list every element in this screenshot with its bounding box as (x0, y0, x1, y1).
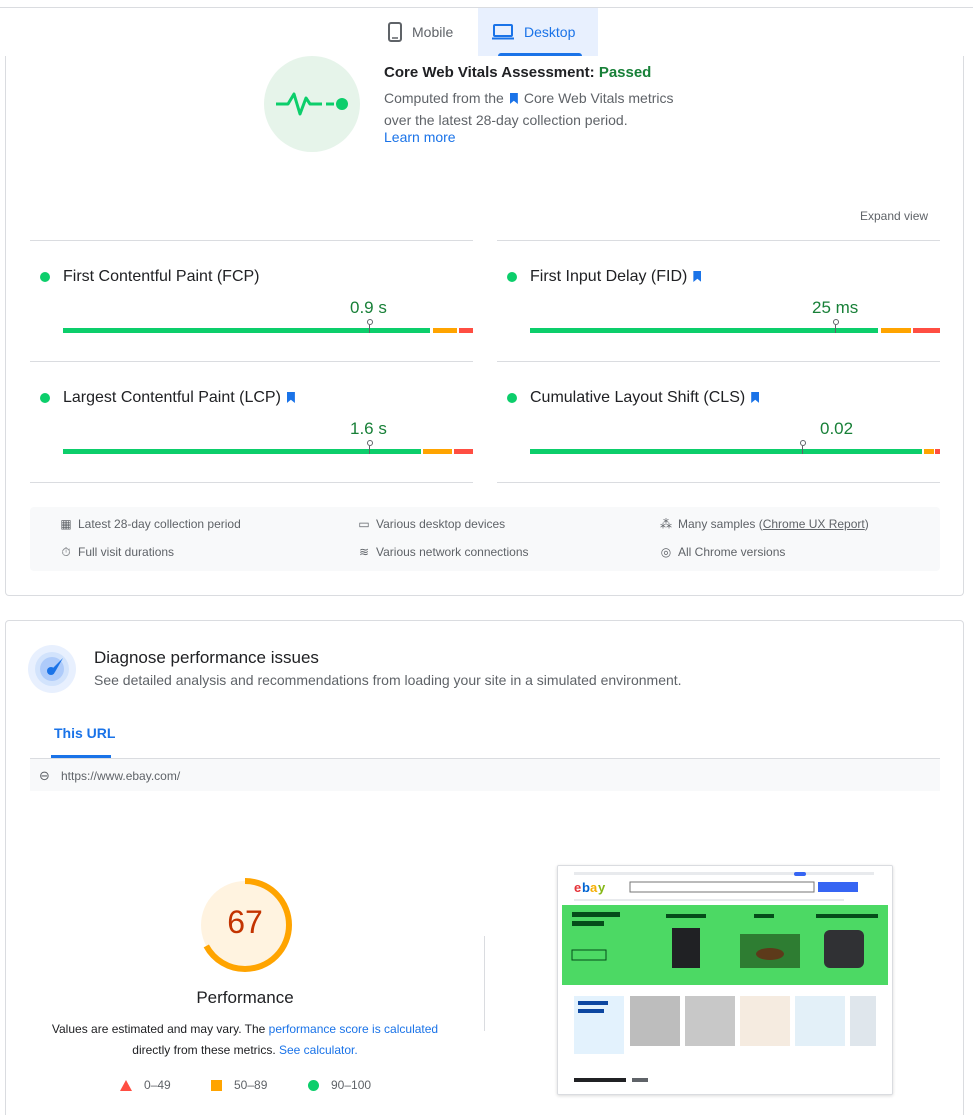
chrome-icon: ◎ (660, 545, 672, 559)
diagnose-card: Diagnose performance issues See detailed… (5, 620, 964, 1115)
red-triangle-icon (120, 1079, 132, 1091)
percentile-marker (833, 319, 839, 325)
vertical-divider (484, 936, 485, 1031)
expand-view-button[interactable]: Expand view (860, 209, 928, 223)
pulse-icon (264, 56, 360, 152)
metric-distribution-bar (63, 328, 473, 333)
collection-info: ▦ Latest 28-day collection period ⏱ Full v… (30, 507, 940, 571)
info-period: ▦ Latest 28-day collection period (60, 517, 241, 531)
cwv-metrics-link[interactable]: Core Web Vitals metrics (524, 90, 674, 106)
good-dot-icon (507, 272, 517, 282)
performance-score: 67 (227, 904, 263, 940)
cwv-status: Passed (598, 64, 652, 81)
performance-note: Values are estimated and may vary. The p… (51, 1022, 439, 1057)
bookmark-icon (751, 392, 760, 403)
metric-name: First Contentful Paint (FCP) (63, 268, 260, 285)
bookmark-icon (509, 93, 518, 104)
legend-pass: 90–100 (308, 1078, 371, 1092)
see-calculator-link[interactable]: See calculator. (279, 1043, 358, 1057)
performance-label: Performance (196, 988, 294, 1007)
metric-name: Cumulative Layout Shift (CLS) (530, 389, 765, 407)
divider (30, 482, 473, 483)
metric-lcp: Largest Contentful Paint (LCP) 1.6 s (30, 361, 473, 482)
good-dot-icon (507, 393, 517, 403)
green-circle-icon (308, 1079, 319, 1091)
metric-distribution-bar (530, 449, 940, 454)
bookmark-icon (693, 271, 702, 282)
laptop-icon (492, 24, 514, 40)
legend-average: 50–89 (211, 1078, 267, 1092)
chrome-ux-report-link[interactable]: Chrome UX Report (763, 517, 865, 531)
cwv-card: Core Web Vitals Assessment: Passed Compu… (5, 56, 964, 596)
cwv-description: Computed from the Core Web Vitals metrics… (384, 90, 674, 128)
svg-text:e: e (574, 880, 581, 895)
info-versions: ◎ All Chrome versions (660, 545, 786, 559)
compass-icon (28, 645, 76, 693)
orange-square-icon (211, 1079, 222, 1091)
diagnose-title: Diagnose performance issues (94, 648, 319, 667)
metric-name: First Input Delay (FID) (530, 268, 707, 286)
metric-distribution-bar (63, 449, 473, 454)
tab-this-url[interactable]: This URL (54, 725, 115, 741)
score-calculated-link[interactable]: performance score is calculated (269, 1022, 438, 1036)
tested-url[interactable]: https://www.ebay.com/ (61, 769, 180, 783)
metric-value: 0.02 (820, 419, 854, 438)
metric-fid: First Input Delay (FID) 25 ms (497, 240, 940, 361)
legend-fail: 0–49 (120, 1078, 171, 1092)
metric-name: Largest Contentful Paint (LCP) (63, 389, 301, 407)
devices-icon: ▭ (358, 517, 370, 531)
metric-value: 0.9 s (350, 298, 387, 317)
metric-distribution-bar (530, 328, 940, 333)
link-icon: ⊖ (39, 768, 50, 783)
divider (497, 482, 940, 483)
learn-more-link[interactable]: Learn more (384, 129, 456, 145)
bookmark-icon (286, 392, 295, 403)
percentile-marker (800, 440, 806, 446)
tab-mobile-label: Mobile (412, 24, 454, 40)
info-durations: ⏱ Full visit durations (61, 545, 175, 559)
svg-text:a: a (590, 880, 598, 895)
cwv-title: Core Web Vitals Assessment: Passed (384, 64, 652, 81)
percentile-marker (367, 319, 373, 325)
metric-fcp: First Contentful Paint (FCP) 0.9 s (30, 240, 473, 361)
good-dot-icon (40, 272, 50, 282)
percentile-marker (367, 440, 373, 446)
page-screenshot-thumbnail: ebay (557, 865, 893, 1095)
samples-icon: ⁂ (660, 517, 672, 531)
url-row: ⊖ https://www.ebay.com/ (30, 758, 940, 791)
tab-mobile[interactable]: Mobile (374, 8, 478, 56)
info-network: ≋ Various network connections (358, 545, 529, 559)
calendar-icon: ▦ (60, 517, 72, 531)
diagnose-subtitle: See detailed analysis and recommendation… (94, 672, 682, 688)
tab-desktop[interactable]: Desktop (478, 8, 598, 56)
timer-icon: ⏱ (61, 545, 71, 559)
svg-text:b: b (582, 880, 590, 895)
tab-desktop-label: Desktop (524, 24, 576, 40)
wifi-icon: ≋ (358, 545, 370, 559)
phone-icon (388, 22, 402, 42)
device-tabs: Mobile Desktop (374, 8, 598, 56)
info-devices: ▭ Various desktop devices (358, 517, 506, 531)
metric-cls: Cumulative Layout Shift (CLS) 0.02 (497, 361, 940, 482)
metric-value: 25 ms (812, 298, 859, 317)
metric-value: 1.6 s (350, 419, 387, 438)
good-dot-icon (40, 393, 50, 403)
info-samples: ⁂ Many samples (Chrome UX Report) (660, 517, 869, 531)
svg-text:y: y (598, 880, 606, 895)
